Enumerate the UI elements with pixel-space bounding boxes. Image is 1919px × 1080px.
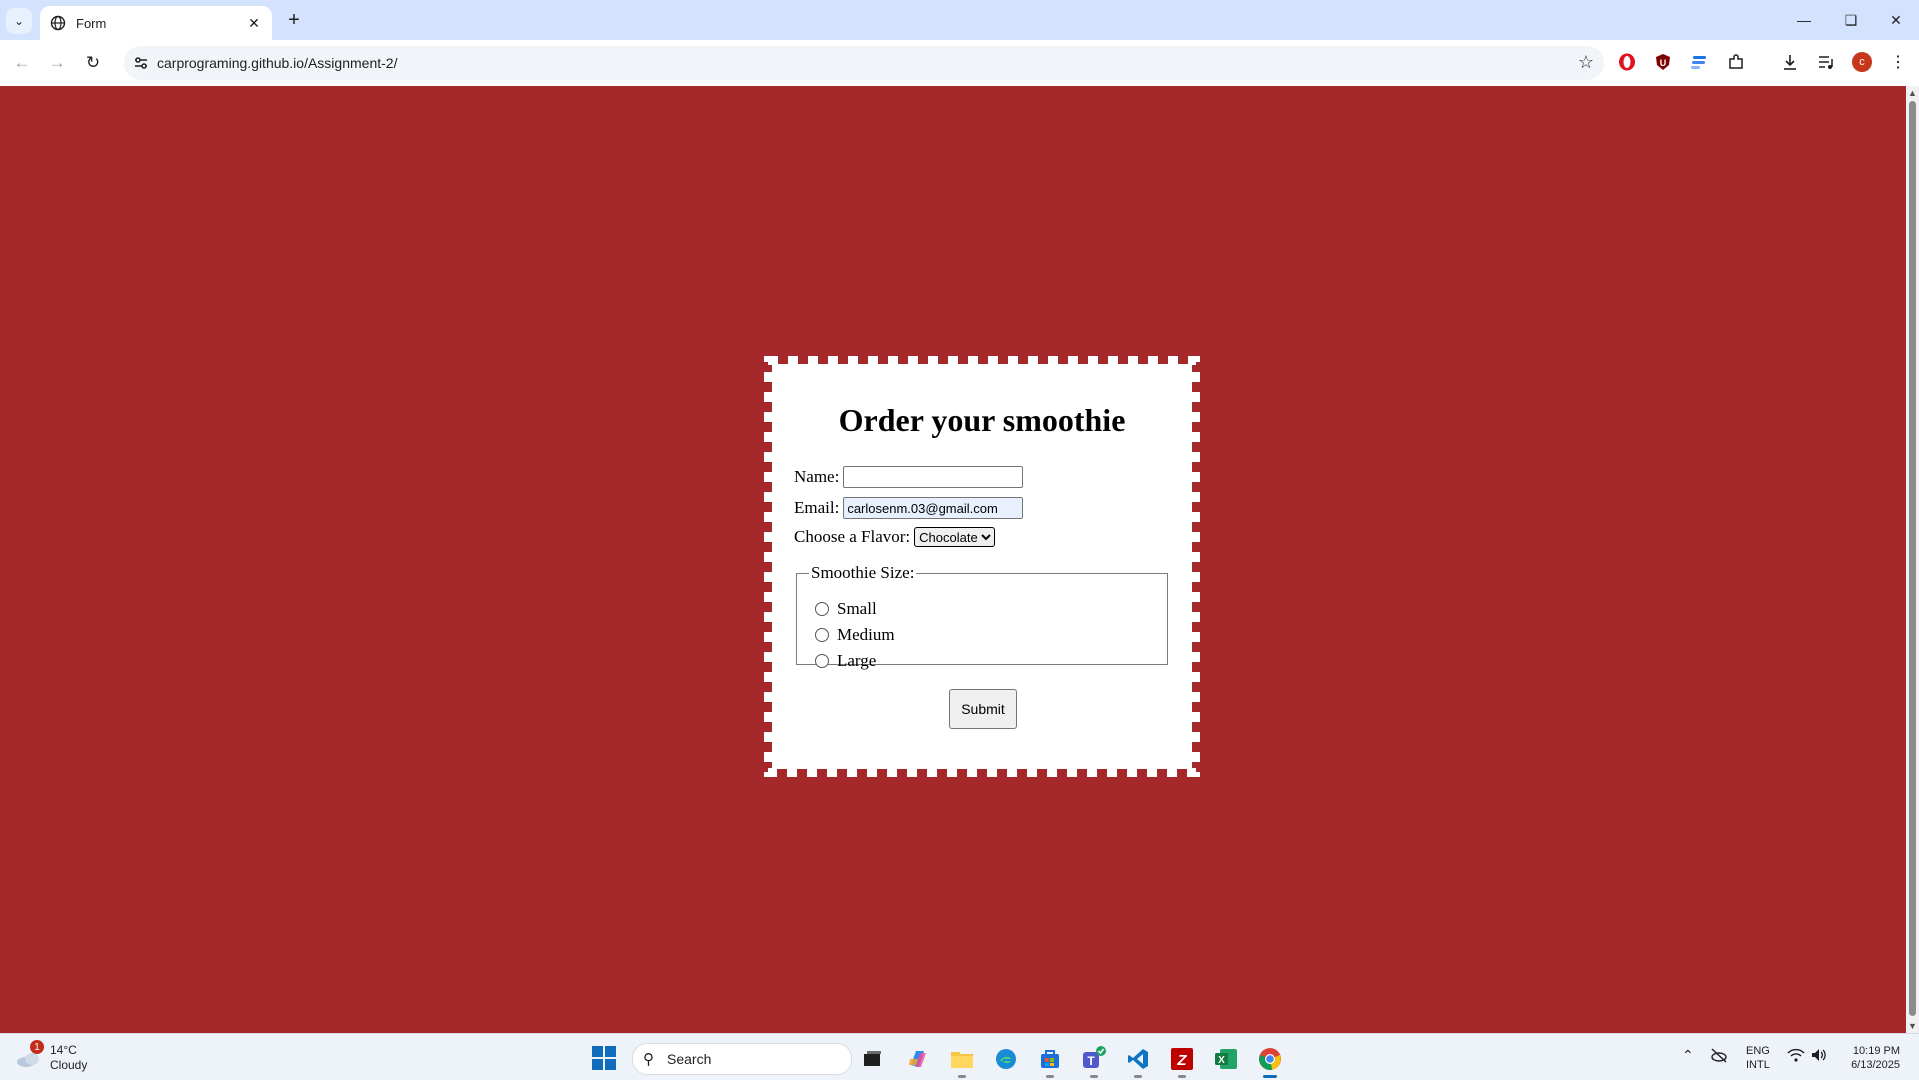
avatar: c bbox=[1852, 52, 1872, 72]
form-heading: Order your smoothie bbox=[838, 402, 1126, 438]
email-input[interactable] bbox=[843, 497, 1024, 519]
email-row: Email: bbox=[794, 497, 1024, 519]
filezilla-icon[interactable]: Z bbox=[1166, 1043, 1198, 1078]
svg-text:T: T bbox=[1087, 1054, 1095, 1068]
stack-extension-icon[interactable] bbox=[1688, 51, 1710, 73]
flavor-select[interactable]: Chocolate bbox=[914, 527, 996, 547]
vertical-scrollbar[interactable]: ▲ ▼ bbox=[1906, 86, 1919, 1033]
language-indicator[interactable]: ENG INTL bbox=[1746, 1044, 1770, 1072]
microsoft-store-icon[interactable] bbox=[1034, 1043, 1066, 1078]
submit-button[interactable]: Submit bbox=[949, 689, 1017, 729]
weather-temperature: 14°C bbox=[50, 1043, 77, 1057]
scrollbar-thumb[interactable] bbox=[1909, 101, 1916, 1016]
tab-strip: ⌄ Form ✕ + — ❏ ✕ bbox=[0, 0, 1919, 40]
running-indicator bbox=[1090, 1075, 1098, 1078]
extensions-puzzle-icon[interactable] bbox=[1725, 51, 1747, 73]
smoothie-form-card: Order your smoothie Name: Email: Choose … bbox=[764, 356, 1200, 777]
radio-large[interactable] bbox=[815, 654, 829, 668]
weather-condition: Cloudy bbox=[50, 1058, 88, 1072]
chevron-down-icon: ⌄ bbox=[13, 14, 25, 28]
search-label: Search bbox=[667, 1051, 712, 1067]
opera-extension-icon[interactable] bbox=[1616, 51, 1638, 73]
vscode-icon[interactable] bbox=[1122, 1043, 1154, 1078]
size-label-large: Large bbox=[837, 651, 877, 670]
close-window-button[interactable]: ✕ bbox=[1876, 6, 1916, 34]
task-view-icon[interactable] bbox=[856, 1043, 888, 1075]
name-row: Name: bbox=[794, 466, 1024, 488]
size-option-large[interactable]: Large bbox=[815, 651, 876, 671]
running-indicator bbox=[1134, 1075, 1142, 1078]
menu-kebab-icon[interactable]: ⋮ bbox=[1887, 51, 1909, 73]
back-button[interactable]: ← bbox=[8, 49, 36, 77]
name-input[interactable] bbox=[843, 466, 1024, 488]
arrow-right-icon: → bbox=[48, 53, 66, 72]
svg-text:U: U bbox=[1660, 58, 1667, 68]
email-label: Email: bbox=[794, 498, 840, 517]
search-icon: ⚲ bbox=[643, 1051, 654, 1068]
system-clock[interactable]: 10:19 PM 6/13/2025 bbox=[1842, 1044, 1900, 1072]
scroll-down-icon[interactable]: ▼ bbox=[1908, 1021, 1917, 1031]
running-indicator bbox=[958, 1075, 966, 1078]
radio-medium[interactable] bbox=[815, 628, 829, 642]
minimize-button[interactable]: — bbox=[1784, 6, 1824, 34]
windows-start-icon[interactable] bbox=[592, 1046, 616, 1070]
flavor-label: Choose a Flavor: bbox=[794, 527, 911, 546]
size-label-small: Small bbox=[837, 599, 877, 618]
wifi-icon[interactable] bbox=[1787, 1047, 1805, 1063]
weather-badge: 1 bbox=[30, 1040, 44, 1054]
smoothie-size-fieldset: Smoothie Size: Small Medium Large bbox=[796, 563, 1168, 670]
browser-toolbar: ← → ↻ carprograming.github.io/Assignment… bbox=[0, 40, 1919, 86]
new-tab-button[interactable]: + bbox=[282, 8, 306, 32]
radio-small[interactable] bbox=[815, 602, 829, 616]
media-controls-icon[interactable] bbox=[1815, 51, 1837, 73]
svg-text:Z: Z bbox=[1176, 1052, 1187, 1069]
smoothie-size-legend: Smoothie Size: bbox=[811, 563, 915, 582]
tab-title: Form bbox=[76, 15, 107, 31]
chrome-icon[interactable] bbox=[1254, 1043, 1286, 1078]
lang-layout: INTL bbox=[1746, 1059, 1770, 1071]
bookmark-star-icon[interactable]: ☆ bbox=[1578, 52, 1594, 73]
teams-icon[interactable]: T bbox=[1078, 1043, 1110, 1078]
size-option-small[interactable]: Small bbox=[815, 599, 877, 619]
size-label-medium: Medium bbox=[837, 625, 895, 644]
svg-text:X: X bbox=[1218, 1055, 1225, 1066]
onedrive-offline-icon[interactable] bbox=[1710, 1047, 1728, 1063]
active-indicator bbox=[1263, 1075, 1277, 1078]
arrow-left-icon: ← bbox=[13, 53, 31, 72]
size-option-medium[interactable]: Medium bbox=[815, 625, 895, 645]
ublock-extension-icon[interactable]: U bbox=[1652, 51, 1674, 73]
show-hidden-icons-chevron[interactable]: ⌃ bbox=[1682, 1047, 1694, 1064]
taskbar-search[interactable]: ⚲ Search bbox=[632, 1043, 852, 1075]
clock-date: 6/13/2025 bbox=[1851, 1059, 1900, 1071]
tab-form[interactable]: Form ✕ bbox=[40, 6, 272, 40]
downloads-icon[interactable] bbox=[1779, 51, 1801, 73]
volume-icon[interactable] bbox=[1810, 1047, 1828, 1063]
copilot-icon[interactable] bbox=[902, 1043, 934, 1075]
reload-icon: ↻ bbox=[85, 53, 101, 72]
name-label: Name: bbox=[794, 467, 840, 486]
forward-button[interactable]: → bbox=[43, 49, 71, 77]
reload-button[interactable]: ↻ bbox=[79, 49, 107, 77]
flavor-row: Choose a Flavor: Chocolate bbox=[794, 527, 996, 547]
site-info-icon[interactable] bbox=[132, 54, 150, 72]
weather-widget[interactable]: 1 14°C Cloudy bbox=[16, 1040, 106, 1074]
address-bar[interactable]: carprograming.github.io/Assignment-2/ ☆ bbox=[124, 46, 1604, 80]
file-explorer-icon[interactable] bbox=[946, 1043, 978, 1078]
profile-avatar[interactable]: c bbox=[1851, 51, 1873, 73]
restore-button[interactable]: ❏ bbox=[1831, 6, 1871, 34]
scroll-up-icon[interactable]: ▲ bbox=[1908, 88, 1917, 98]
running-indicator bbox=[1178, 1075, 1186, 1078]
running-indicator bbox=[1046, 1075, 1054, 1078]
lang-primary: ENG bbox=[1746, 1045, 1770, 1057]
tab-search-button[interactable]: ⌄ bbox=[6, 8, 32, 34]
url-text: carprograming.github.io/Assignment-2/ bbox=[157, 55, 398, 71]
edge-icon[interactable] bbox=[990, 1043, 1022, 1075]
globe-icon bbox=[50, 15, 66, 31]
close-tab-icon[interactable]: ✕ bbox=[244, 13, 264, 33]
windows-taskbar: 1 14°C Cloudy ⚲ Search T Z X ⌃ ENG INTL … bbox=[0, 1033, 1919, 1080]
excel-icon[interactable]: X bbox=[1210, 1043, 1242, 1075]
clock-time: 10:19 PM bbox=[1852, 1045, 1900, 1057]
